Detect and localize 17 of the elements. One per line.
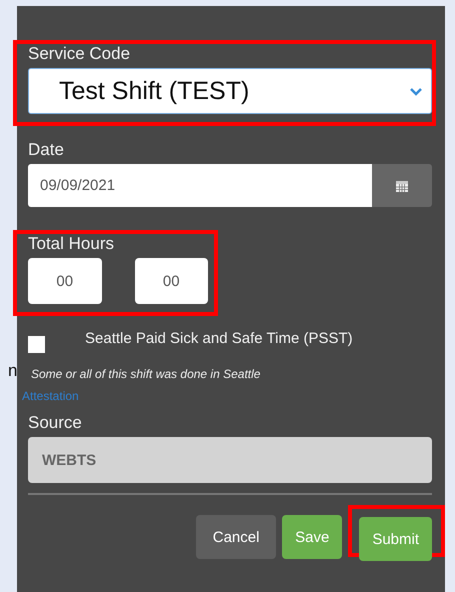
psst-checkbox[interactable] xyxy=(28,336,45,353)
chevron-down-icon xyxy=(409,86,423,96)
source-label: Source xyxy=(28,413,83,433)
hours-field[interactable]: 00 xyxy=(28,258,102,304)
action-button[interactable]: Cancel xyxy=(196,515,276,559)
calendar-icon xyxy=(395,178,409,192)
service-code-label: Service Code xyxy=(28,44,132,64)
source-field: WEBTS xyxy=(28,437,432,483)
date-field[interactable]: 09/09/2021 xyxy=(28,164,372,207)
minutes-field[interactable]: 00 xyxy=(134,258,208,304)
cut-off-text: n xyxy=(8,361,17,381)
psst-note: Some or all of this shift was done in Seattle xyxy=(31,367,262,381)
date-label: Date xyxy=(28,140,65,160)
calendar-button[interactable] xyxy=(372,164,432,207)
psst-label: Seattle Paid Sick and Safe Time (PSST) xyxy=(85,330,353,347)
total-hours-label: Total Hours xyxy=(28,234,115,254)
service-code-select[interactable]: Test Shift (TEST) xyxy=(28,68,432,114)
